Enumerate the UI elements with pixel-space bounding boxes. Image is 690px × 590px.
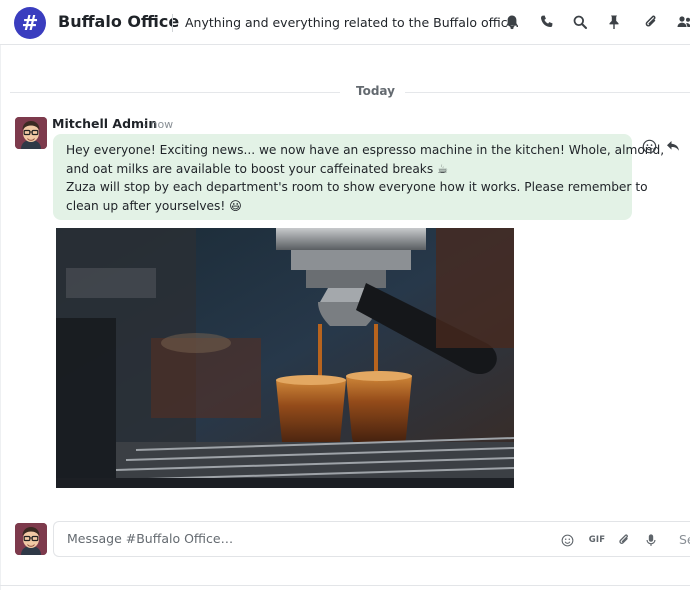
- channel-name[interactable]: Buffalo Office: [58, 12, 179, 31]
- smiley-icon[interactable]: [640, 137, 658, 155]
- microphone-icon[interactable]: [643, 532, 659, 548]
- paperclip-icon[interactable]: [641, 12, 661, 32]
- date-separator: Today: [0, 84, 690, 100]
- composer-avatar: [15, 523, 47, 555]
- message-timestamp: - now: [143, 118, 174, 131]
- message-composer: GIF Se: [53, 521, 690, 557]
- channel-description[interactable]: Anything and everything related to the B…: [185, 15, 519, 30]
- gif-icon[interactable]: GIF: [586, 532, 608, 548]
- date-separator-line: [405, 92, 690, 93]
- espresso-photo[interactable]: [56, 228, 514, 488]
- bell-icon[interactable]: [502, 12, 522, 32]
- message-line: and oat milks are available to boost you…: [66, 161, 448, 176]
- search-icon[interactable]: [570, 12, 590, 32]
- attach-icon[interactable]: [616, 532, 632, 548]
- author-avatar[interactable]: [15, 117, 47, 149]
- date-separator-label: Today: [356, 84, 395, 98]
- channel-hash-icon[interactable]: #: [14, 7, 46, 39]
- send-button[interactable]: Se: [679, 532, 690, 547]
- reply-icon[interactable]: [664, 137, 682, 155]
- date-separator-line: [10, 92, 340, 93]
- phone-icon[interactable]: [537, 12, 557, 32]
- header-divider: [172, 14, 173, 32]
- message-actions: [640, 137, 682, 155]
- emoji-icon[interactable]: [559, 532, 575, 548]
- message-line: Zuza will stop by each department's room…: [66, 180, 648, 195]
- gif-label: GIF: [588, 535, 606, 545]
- message-line: clean up after yourselves! 😃: [66, 198, 242, 213]
- message-line: Hey everyone! Exciting news... we now ha…: [66, 143, 665, 157]
- composer-bottom-border: [0, 585, 690, 586]
- members-icon[interactable]: [674, 12, 690, 32]
- message-bubble: Hey everyone! Exciting news... we now ha…: [53, 134, 665, 220]
- pin-icon[interactable]: [604, 12, 624, 32]
- panel-left-border: [0, 45, 1, 590]
- message-input[interactable]: [67, 531, 537, 546]
- message-author[interactable]: Mitchell Admin: [52, 116, 157, 131]
- channel-header: # Buffalo Office Anything and everything…: [0, 0, 690, 45]
